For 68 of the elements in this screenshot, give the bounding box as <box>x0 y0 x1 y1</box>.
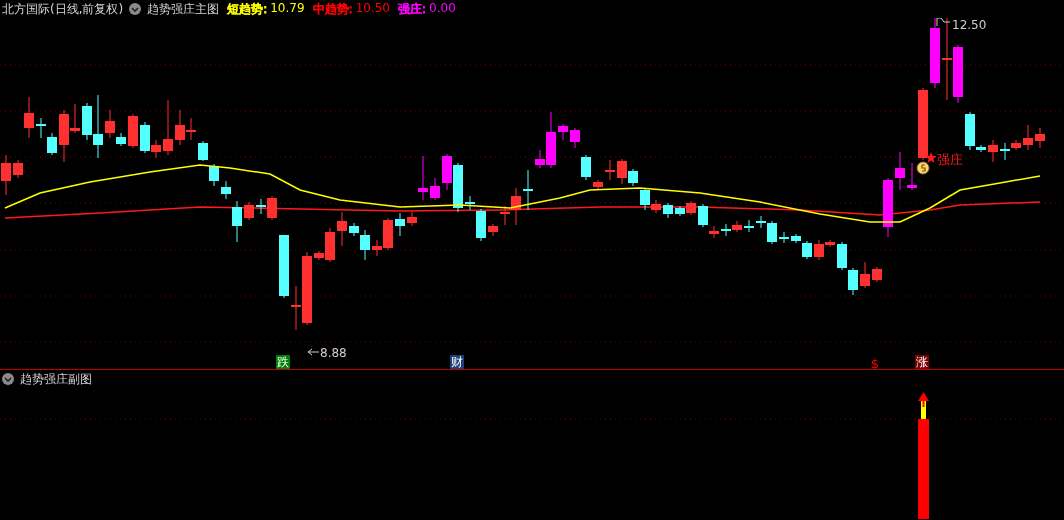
candlestick <box>779 231 789 244</box>
leader-line <box>936 18 951 27</box>
candlestick <box>24 96 34 139</box>
candlestick <box>686 200 696 216</box>
candlestick <box>163 99 173 156</box>
candlestick <box>1023 124 1033 151</box>
candlestick <box>1 154 11 196</box>
chevron-down-icon[interactable] <box>2 373 14 385</box>
legend-value: 10.50 <box>355 0 390 17</box>
legend-value: 10.79 <box>270 0 305 17</box>
candlestick <box>872 266 882 283</box>
candlestick <box>523 169 533 211</box>
candlestick <box>860 261 870 289</box>
candlestick <box>442 153 452 191</box>
legend-label: 强庄: <box>398 0 427 18</box>
legend-label: 中趋势: <box>312 0 353 18</box>
candlestick <box>395 212 405 237</box>
legend-label: 短趋势: <box>227 0 268 18</box>
candlestick <box>848 267 858 296</box>
signal-badge: 跌 <box>276 355 290 369</box>
stock-title: 北方国际(日线,前复权) <box>2 0 124 18</box>
candlestick <box>663 202 673 219</box>
candlestick <box>617 158 627 185</box>
candlestick <box>13 159 23 179</box>
signal-badge: 涨 <box>915 355 929 369</box>
candlestick <box>430 177 440 201</box>
candlestick <box>1035 127 1045 149</box>
candlestick <box>744 219 754 233</box>
candlestick <box>558 123 568 141</box>
up-arrow-icon <box>918 392 929 419</box>
candlestick <box>418 155 428 201</box>
candlestick <box>279 234 289 299</box>
candlestick <box>988 139 998 163</box>
candlestick <box>675 205 685 217</box>
candlestick <box>407 211 417 227</box>
candlestick <box>593 179 603 190</box>
candlestick <box>628 168 638 187</box>
candlestick <box>209 163 219 187</box>
candlestick <box>337 211 347 247</box>
candlestick <box>953 44 963 104</box>
star-icon <box>925 152 937 163</box>
candlestick <box>581 154 591 181</box>
candlestick <box>837 241 847 271</box>
candlestick <box>721 223 731 237</box>
chevron-down-icon[interactable] <box>129 3 142 15</box>
candlestick <box>244 201 254 221</box>
indicator-name[interactable]: 趋势强庄主图 <box>147 0 220 18</box>
candlestick <box>198 140 208 162</box>
candlestick <box>47 132 57 156</box>
candlestick <box>570 127 580 149</box>
candlestick <box>895 151 905 191</box>
high-price-label: 12.50 <box>952 18 987 32</box>
candlestick <box>732 220 742 233</box>
candlestick <box>883 177 893 238</box>
low-price-label: 8.88 <box>320 346 347 360</box>
candlestick <box>128 113 138 149</box>
signal-label: 强庄 <box>937 152 963 167</box>
signal-badge: 财 <box>450 355 464 369</box>
legend-value: 0.00 <box>429 0 456 17</box>
leader-line <box>307 348 320 356</box>
candlestick <box>36 117 46 139</box>
candlestick <box>453 162 463 213</box>
candlestick <box>930 18 940 89</box>
candlestick <box>605 159 615 181</box>
money-bag-icon <box>916 161 930 175</box>
candlestick <box>488 223 498 237</box>
signal-glyph: $ <box>870 356 880 369</box>
indicator-name[interactable]: 趋势强庄副图 <box>20 370 92 388</box>
